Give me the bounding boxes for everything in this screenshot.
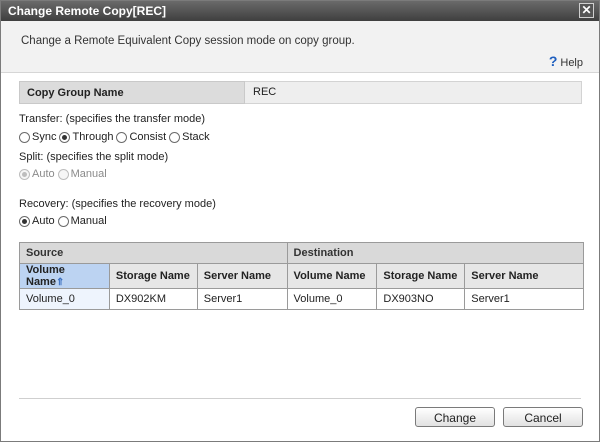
table-row[interactable]: Volume_0 DX902KM Server1 Volume_0 DX903N…	[19, 288, 584, 310]
cell-dest-storage: DX903NO	[376, 288, 466, 310]
change-remote-copy-dialog: Change Remote Copy[REC] ✕ Change a Remot…	[0, 0, 600, 442]
split-options: Auto Manual	[19, 168, 110, 180]
transfer-option-stack[interactable]: Stack	[169, 131, 210, 143]
col-source-storage-name[interactable]: Storage Name	[108, 263, 198, 289]
radio-split-manual	[57, 168, 69, 180]
transfer-option-consist[interactable]: Consist	[116, 131, 166, 143]
radio-recovery-manual[interactable]	[57, 215, 69, 227]
table-column-header: Volume Name⇑ Storage Name Server Name Vo…	[19, 263, 584, 289]
table-group-header: Source Destination	[19, 242, 585, 264]
split-label: Split: (specifies the split mode)	[19, 151, 169, 163]
recovery-option-manual[interactable]: Manual	[57, 215, 107, 227]
col-dest-server-name[interactable]: Server Name	[464, 263, 584, 289]
radio-stack[interactable]	[169, 131, 181, 143]
split-option-manual: Manual	[57, 168, 107, 180]
footer-separator	[19, 398, 581, 399]
col-source-server-name[interactable]: Server Name	[196, 263, 288, 289]
question-mark-icon: ?	[548, 53, 558, 69]
sort-ascending-icon: ⇑	[55, 277, 65, 288]
cell-source-storage: DX902KM	[108, 288, 198, 310]
description-text: Change a Remote Equivalent Copy session …	[21, 35, 355, 47]
radio-through[interactable]	[59, 131, 71, 143]
transfer-option-sync[interactable]: Sync	[19, 131, 56, 143]
cancel-button[interactable]: Cancel	[503, 407, 583, 427]
radio-split-auto	[19, 168, 30, 180]
change-button[interactable]: Change	[415, 407, 495, 427]
help-link[interactable]: ? Help	[549, 53, 583, 69]
help-label: Help	[560, 57, 583, 69]
col-dest-volume-name[interactable]: Volume Name	[286, 263, 378, 289]
cell-dest-server: Server1	[464, 288, 584, 310]
cell-source-volume: Volume_0	[19, 288, 110, 310]
radio-consist[interactable]	[116, 131, 128, 143]
col-dest-storage-name[interactable]: Storage Name	[376, 263, 466, 289]
copy-group-label: Copy Group Name	[19, 81, 245, 104]
transfer-label: Transfer: (specifies the transfer mode)	[19, 113, 206, 125]
split-option-auto: Auto	[19, 168, 55, 180]
recovery-options: Auto Manual	[19, 215, 110, 227]
group-destination: Destination	[286, 242, 585, 264]
recovery-label: Recovery: (specifies the recovery mode)	[19, 198, 216, 210]
recovery-option-auto[interactable]: Auto	[19, 215, 55, 227]
close-icon[interactable]: ✕	[579, 3, 594, 18]
title-bar: Change Remote Copy[REC] ✕	[1, 1, 599, 21]
copy-group-row: Copy Group Name REC	[19, 81, 582, 104]
copy-session-table: Source Destination Volume Name⇑ Storage …	[19, 242, 585, 310]
group-source: Source	[19, 242, 288, 264]
radio-sync[interactable]	[19, 131, 30, 143]
cell-dest-volume: Volume_0	[286, 288, 378, 310]
transfer-option-through[interactable]: Through	[59, 131, 113, 143]
copy-group-value: REC	[245, 81, 582, 104]
window-title: Change Remote Copy[REC]	[8, 4, 167, 18]
radio-recovery-auto[interactable]	[19, 215, 30, 227]
col-source-volume-name[interactable]: Volume Name⇑	[19, 263, 110, 289]
cell-source-server: Server1	[196, 288, 288, 310]
transfer-options: Sync Through Consist Stack	[19, 131, 213, 143]
description-area: Change a Remote Equivalent Copy session …	[1, 21, 599, 73]
